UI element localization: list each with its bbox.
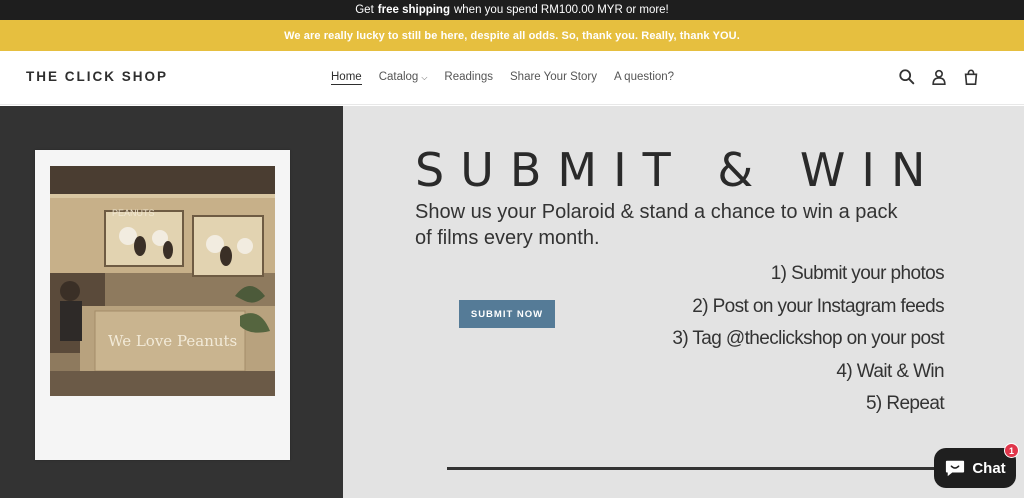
nav-catalog-label: Catalog — [378, 71, 419, 83]
nav-a-question[interactable]: A question? — [614, 71, 674, 85]
step-item: 1) Submit your photos — [770, 263, 945, 284]
step-item: 3) Tag @theclickshop on your post — [672, 328, 944, 349]
step-item: 5) Repeat — [865, 393, 945, 414]
nav-share-your-story[interactable]: Share Your Story — [510, 71, 597, 85]
main-nav: Home Catalog ⌵ Readings Share Your Story … — [331, 71, 674, 85]
hero-title: SUBMIT & WIN — [415, 143, 942, 197]
nav-catalog[interactable]: Catalog ⌵ — [379, 71, 428, 85]
polaroid-photo: PEANUTS We Love Peanuts — [50, 166, 275, 396]
shipping-text-bold: free shipping — [377, 4, 450, 16]
steps-list: 1) Submit your photos 2) Post on your In… — [672, 258, 944, 421]
step-item: 4) Wait & Win — [836, 360, 944, 382]
shipping-text-after: when you spend RM100.00 MYR or more! — [453, 4, 669, 16]
cart-icon[interactable] — [962, 68, 980, 86]
site-logo[interactable]: THE CLICK SHOP — [26, 69, 168, 84]
chat-bubble-icon — [946, 460, 965, 477]
search-icon[interactable] — [898, 68, 916, 86]
hero-left-panel: PEANUTS We Love Peanuts — [0, 106, 343, 498]
header-icons — [898, 68, 980, 86]
chevron-down-icon: ⌵ — [421, 73, 428, 82]
photo-sign-text: We Love Peanuts — [108, 332, 237, 350]
shipping-text-before: Get — [355, 4, 374, 16]
free-shipping-bar: Get free shipping when you spend RM100.0… — [0, 0, 1024, 20]
step-item: 2) Post on your Instagram feeds — [692, 295, 944, 317]
submit-now-button[interactable]: SUBMIT NOW — [459, 300, 555, 328]
chat-notification-badge: 1 — [1004, 443, 1019, 458]
announcement-bar: We are really lucky to still be here, de… — [0, 20, 1024, 51]
chat-button[interactable]: Chat — [934, 448, 1016, 488]
polaroid-frame: PEANUTS We Love Peanuts — [35, 150, 290, 460]
chat-label: Chat — [972, 459, 1006, 477]
decorative-divider — [447, 467, 937, 470]
nav-home[interactable]: Home — [331, 71, 362, 85]
photo-brand-text: PEANUTS — [112, 208, 155, 218]
nav-readings[interactable]: Readings — [444, 71, 493, 85]
site-header: THE CLICK SHOP Home Catalog ⌵ Readings Sh… — [0, 51, 1024, 105]
account-icon[interactable] — [930, 68, 948, 86]
announcement-text: We are really lucky to still be here, de… — [284, 29, 740, 42]
hero-subtitle: Show us your Polaroid & stand a chance t… — [415, 201, 898, 249]
